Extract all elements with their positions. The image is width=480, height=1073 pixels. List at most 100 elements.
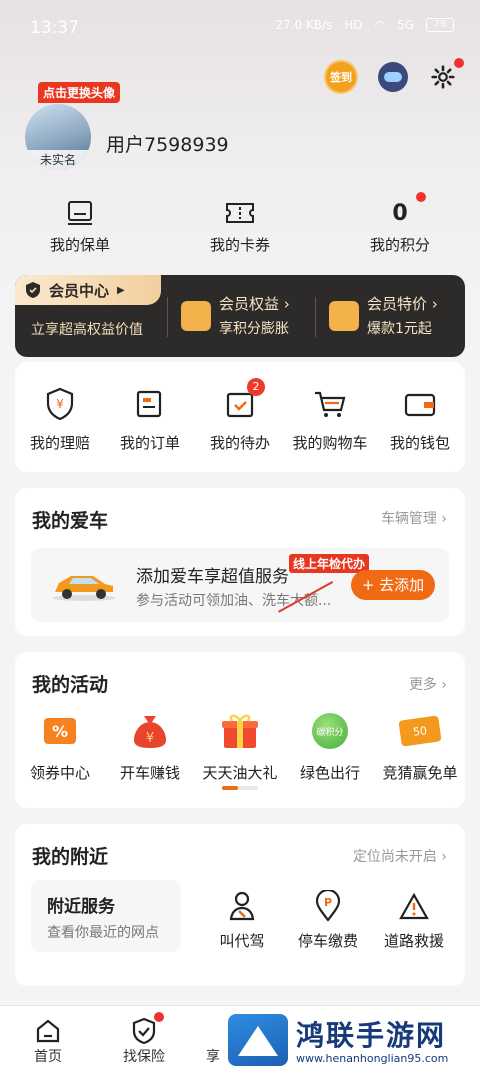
service-orders[interactable]: 我的订单: [105, 384, 195, 453]
activity-label: 开车赚钱: [119, 764, 180, 782]
ticket-icon: [226, 203, 254, 223]
tab-label: 首页: [34, 1049, 62, 1065]
member-sub: 立享超高权益价值: [31, 322, 143, 338]
settings-button[interactable]: [428, 58, 464, 92]
activity-drive-earn[interactable]: ¥ 开车赚钱: [107, 710, 193, 783]
car-icon: [52, 576, 116, 601]
service-label: 我的购物车: [292, 434, 368, 452]
money-bag-icon: ¥: [134, 716, 166, 748]
points-value: 0: [392, 200, 408, 226]
status-bar: 13:37 27.0 KB/s HD ◠ 5G 79: [0, 0, 480, 56]
watermark-url: www.henanhonglian95.com: [296, 1052, 449, 1065]
divider: [167, 297, 168, 337]
nearby-parking-fee[interactable]: P 停车缴费: [291, 890, 365, 951]
service-label: 我的待办: [209, 434, 270, 452]
tab-home[interactable]: 首页: [18, 1016, 78, 1066]
service-claims[interactable]: ¥ 我的理赔: [15, 384, 105, 453]
signin-label: 签到: [330, 71, 352, 84]
activities-more-link[interactable]: 更多 ›: [409, 674, 447, 694]
parking-pin-icon: P: [315, 890, 341, 922]
battery-icon: 79: [426, 18, 454, 32]
username[interactable]: 用户7598939: [106, 130, 229, 157]
cart-icon: [315, 391, 346, 417]
divider: [315, 297, 316, 337]
quick-link-policy[interactable]: 我的保单: [20, 196, 140, 255]
activity-guess-win[interactable]: 50 竞猜赢免单: [377, 710, 463, 783]
coupon-percent-icon: %: [44, 718, 76, 744]
status-time: 13:37: [30, 18, 79, 38]
avatar[interactable]: 未实名: [25, 104, 91, 170]
location-status-link[interactable]: 定位尚未开启 ›: [353, 846, 447, 866]
more-label: 更多: [408, 677, 437, 693]
services-card: ¥ 我的理赔 我的订单 2 我的待办 我的购物车 我的钱包: [15, 362, 465, 472]
gift-box-icon: [222, 714, 258, 748]
quick-link-label: 我的保单: [49, 236, 110, 254]
nearby-label: 叫代驾: [219, 932, 265, 950]
robot-assistant-icon[interactable]: [378, 62, 408, 92]
carbon-points-text: 碳积分: [316, 727, 344, 738]
insurance-dot: [154, 1012, 164, 1022]
hd-icon: HD: [344, 18, 363, 32]
policy-icon: [68, 201, 92, 225]
signal-icon: 5G: [397, 18, 414, 32]
voucher-text: 50: [412, 723, 428, 739]
play-icon: ▶: [117, 284, 125, 296]
chevron-right-icon: ›: [441, 677, 447, 693]
member-specials[interactable]: 会员特价 › 爆款1元起: [329, 293, 438, 338]
add-car-banner[interactable]: 线上年检代办 添加爱车享超值服务 参与活动可领加油、洗车大额... + 去添加: [31, 548, 449, 622]
quick-link-coupons[interactable]: 我的卡券: [180, 196, 300, 255]
gear-icon: [431, 65, 455, 89]
member-banner[interactable]: 会员中心 ▶ 立享超高权益价值 会员权益 › 享积分膨胀 会员特价 › 爆款1元起: [15, 275, 465, 357]
svg-text:%: %: [52, 722, 68, 741]
nearby-box-title: 附近服务: [47, 897, 115, 917]
activity-green-travel[interactable]: 碳积分 绿色出行: [287, 710, 373, 783]
order-icon: [136, 390, 162, 418]
avatar-label: 未实名: [25, 150, 91, 170]
more-label: 定位尚未开启: [352, 849, 437, 865]
chevron-right-icon: ›: [441, 849, 447, 865]
benefit-title: 会员权益 ›: [219, 295, 290, 313]
service-wallet[interactable]: 我的钱包: [375, 384, 465, 453]
service-label: 我的理赔: [29, 434, 90, 452]
shield-check-icon: [26, 282, 40, 298]
svg-text:¥: ¥: [56, 397, 64, 411]
watermark: 鸿联手游网 www.henanhonglian95.com: [224, 1010, 474, 1070]
quick-link-label: 我的积分: [369, 236, 430, 254]
service-todo[interactable]: 2 我的待办: [195, 378, 285, 453]
activity-label: 绿色出行: [299, 764, 360, 782]
quick-link-label: 我的卡券: [209, 236, 270, 254]
activity-daily-fuel[interactable]: 天天油大礼: [197, 710, 283, 783]
home-icon: [36, 1019, 60, 1043]
add-car-title: 添加爱车享超值服务: [136, 567, 289, 587]
benefit-sub: 享积分膨胀: [219, 321, 289, 337]
shield-yuan-icon: ¥: [46, 387, 74, 421]
wallet-icon: [404, 393, 436, 417]
signin-button[interactable]: 签到: [324, 60, 358, 94]
more-label: 车辆管理: [380, 511, 437, 527]
nearby-road-rescue[interactable]: 道路救援: [377, 890, 451, 951]
add-car-button[interactable]: + 去添加: [351, 570, 435, 600]
member-center-tab[interactable]: 会员中心 ▶: [15, 275, 161, 305]
carbon-points-icon: 碳积分: [312, 713, 348, 749]
quick-link-points[interactable]: 0 我的积分: [340, 192, 460, 255]
page-indicator: [222, 786, 258, 790]
special-sub: 爆款1元起: [367, 321, 432, 337]
service-cart[interactable]: 我的购物车: [285, 384, 375, 453]
gift-icon: [181, 300, 211, 331]
nearby-designated-driver[interactable]: 叫代驾: [205, 890, 279, 951]
tab-insurance[interactable]: 找保险: [114, 1012, 174, 1066]
activity-label: 天天油大礼: [202, 764, 278, 782]
watermark-title: 鸿联手游网: [296, 1019, 447, 1052]
activities-card: 我的活动 更多 › % 领券中心 ¥ 开车赚钱 天天油大礼 碳积分 绿色出行 5…: [15, 652, 465, 808]
change-avatar-tag[interactable]: 点击更换头像: [38, 82, 121, 103]
nearby-services-box[interactable]: 附近服务 查看你最近的网点: [31, 880, 181, 952]
wifi-icon: ◠: [374, 18, 386, 32]
svg-text:¥: ¥: [146, 731, 154, 746]
nearby-title: 我的附近: [32, 846, 109, 868]
activity-coupon-center[interactable]: % 领券中心: [17, 710, 103, 783]
member-benefits[interactable]: 会员权益 › 享积分膨胀: [181, 293, 290, 338]
vehicle-management-link[interactable]: 车辆管理 ›: [381, 508, 447, 528]
voucher-50-icon: 50: [398, 715, 442, 747]
activity-label: 领券中心: [29, 764, 90, 782]
svg-text:P: P: [324, 896, 332, 909]
